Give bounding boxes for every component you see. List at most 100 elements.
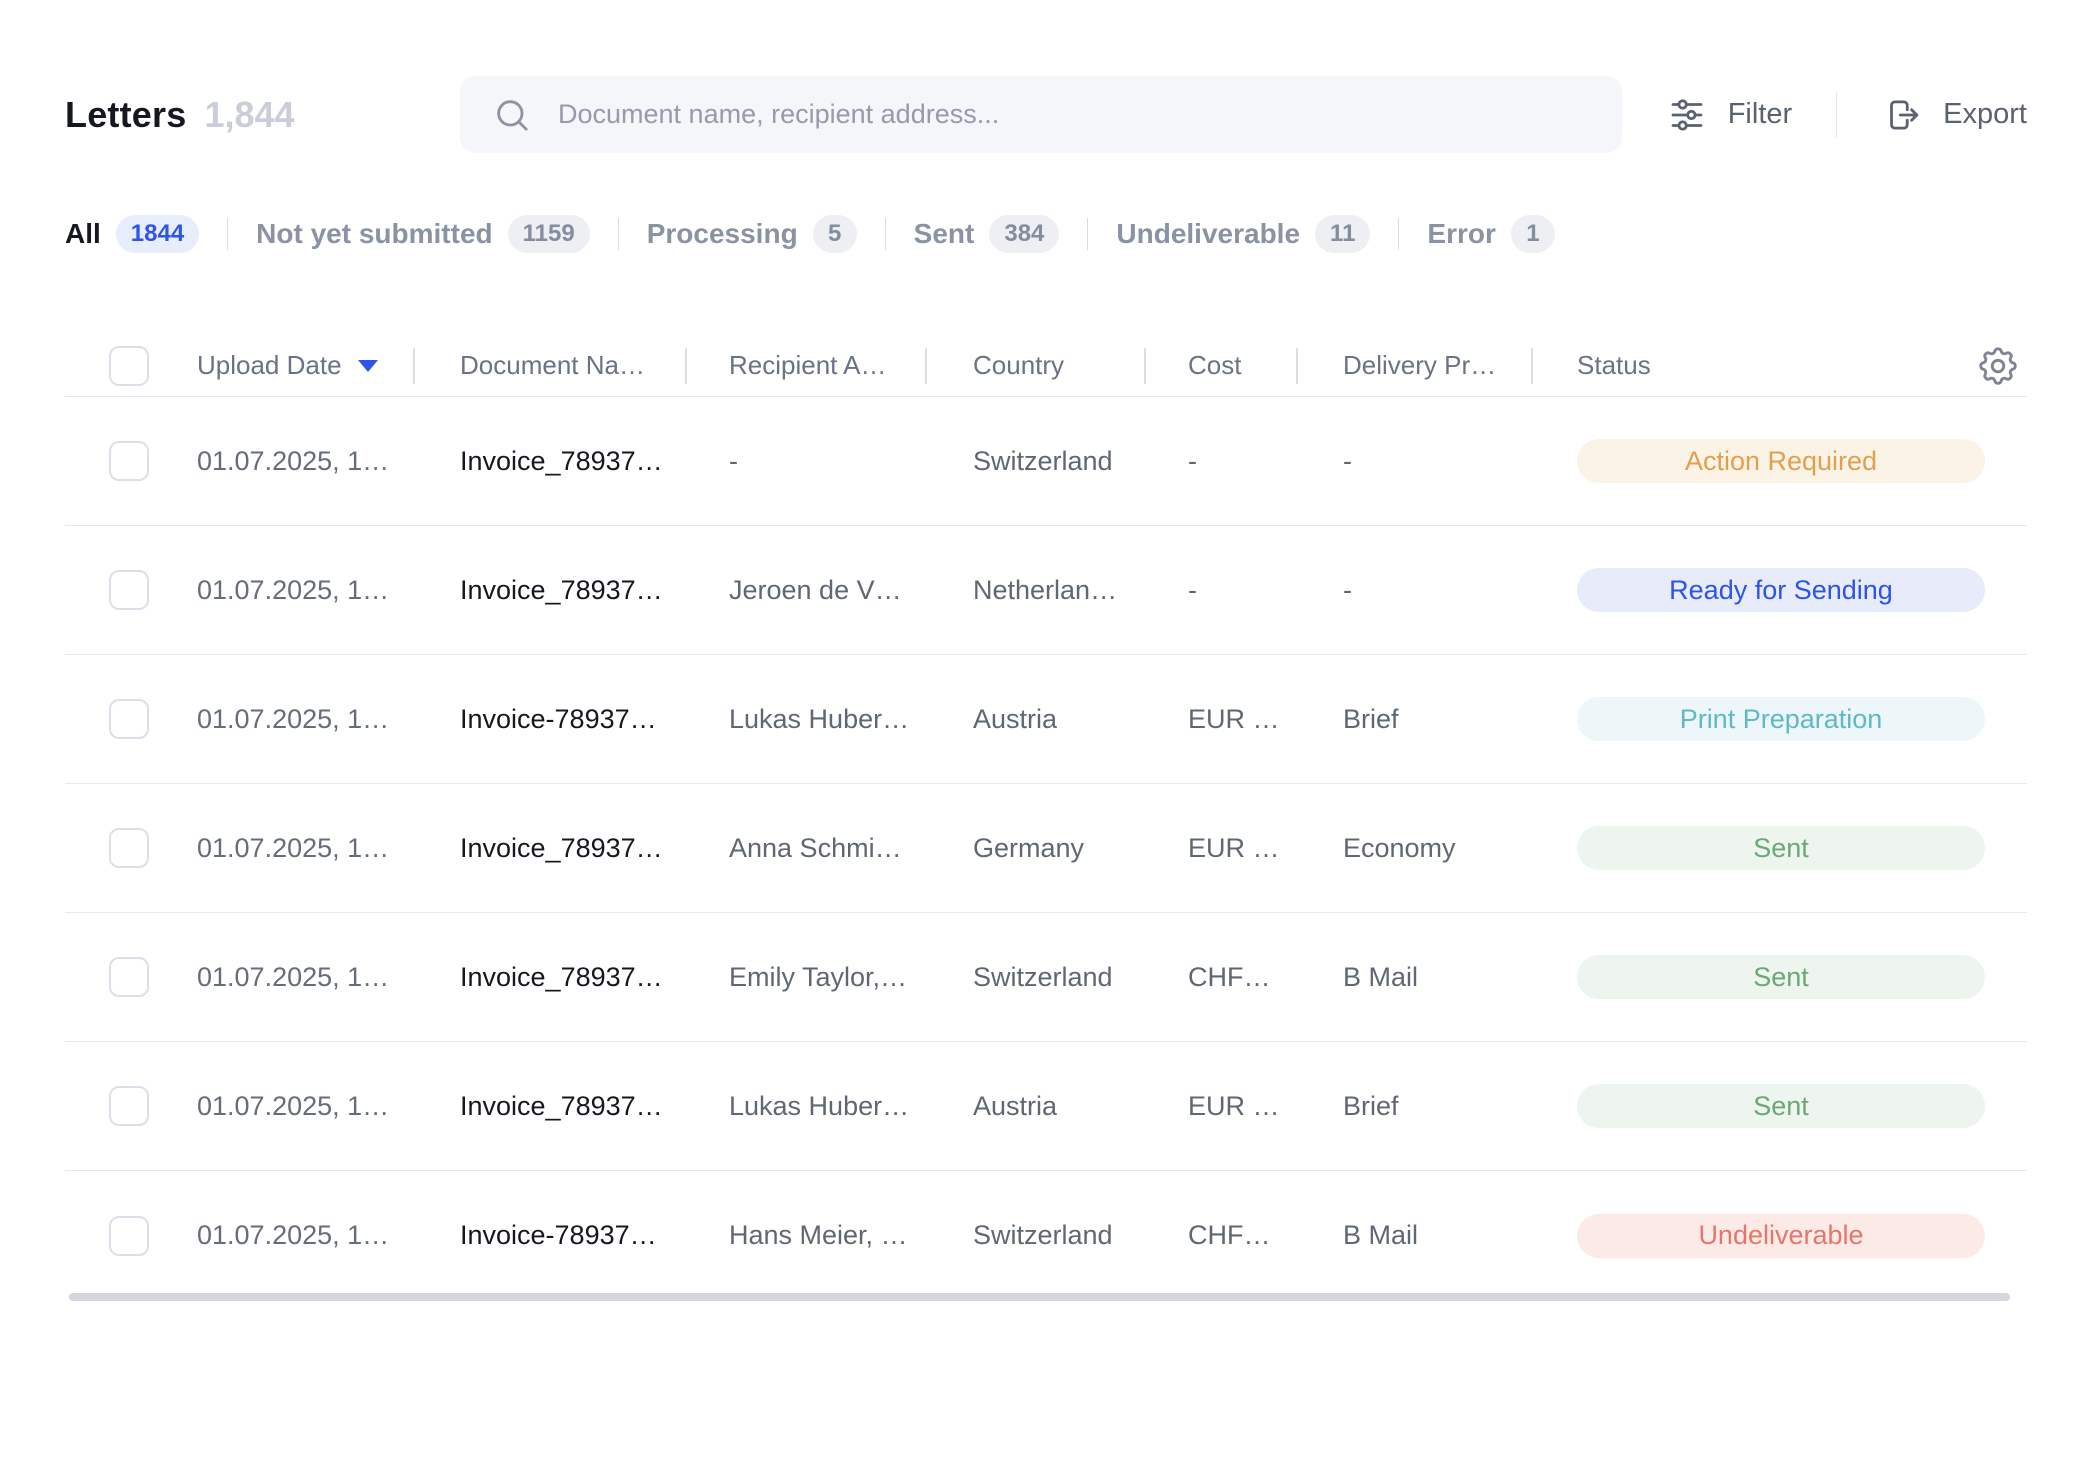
cell-recipient: Anna Schmi… [685,833,925,864]
cell-upload-date: 01.07.2025, 1… [197,1220,413,1251]
tab-error[interactable]: Error 1 [1427,215,1554,253]
cell-delivery-product: Brief [1296,1091,1531,1122]
cell-status: Sent [1531,1084,1971,1128]
cell-status: Sent [1531,955,1971,999]
cell-country: Switzerland [925,962,1144,993]
tab-label: Sent [914,218,975,250]
letters-table: Upload Date Document Na… Recipient A… Co… [65,335,2027,1301]
cell-document-name: Invoice_78937… [413,446,685,477]
cell-delivery-product: - [1296,575,1531,606]
table-body: 01.07.2025, 1… Invoice_78937… - Switzerl… [65,397,2027,1300]
column-header-upload-date[interactable]: Upload Date [197,335,413,396]
tab-sent[interactable]: Sent 384 [914,215,1060,253]
horizontal-scrollbar[interactable] [69,1293,2010,1301]
column-header-country: Country [925,335,1144,396]
tab-count-badge: 1 [1511,215,1555,253]
cell-country: Netherlan… [925,575,1144,606]
tab-undeliverable[interactable]: Undeliverable 11 [1116,215,1370,253]
table-row[interactable]: 01.07.2025, 1… Invoice-78937… Hans Meier… [65,1171,2027,1300]
toolbar-actions: Filter Export [1666,92,2027,138]
top-bar: Letters 1,844 Filter [65,76,2027,153]
page-title: Letters [65,94,186,136]
tab-divider [618,218,619,250]
cell-cost: - [1144,446,1296,477]
cell-recipient: Hans Meier, … [685,1220,925,1251]
table-row[interactable]: 01.07.2025, 1… Invoice_78937… Lukas Hube… [65,1042,2027,1171]
cell-status: Sent [1531,826,1971,870]
tab-divider [1087,218,1088,250]
cell-country: Germany [925,833,1144,864]
table-header-row: Upload Date Document Na… Recipient A… Co… [65,335,2027,397]
row-checkbox[interactable] [109,699,149,739]
export-button[interactable]: Export [1881,94,2027,136]
table-row[interactable]: 01.07.2025, 1… Invoice_78937… Emily Tayl… [65,913,2027,1042]
status-badge: Sent [1577,955,1985,999]
gear-icon [1975,343,2021,389]
header-checkbox-cell [65,335,197,396]
actions-divider [1836,92,1837,138]
row-checkbox[interactable] [109,828,149,868]
tab-not-yet-submitted[interactable]: Not yet submitted 1159 [256,215,590,253]
tabs: All 1844 Not yet submitted 1159 Processi… [65,215,2027,253]
table-row[interactable]: 01.07.2025, 1… Invoice-78937… Lukas Hube… [65,655,2027,784]
row-checkbox-cell [65,957,197,997]
search-box[interactable] [460,76,1622,153]
tab-divider [885,218,886,250]
select-all-checkbox[interactable] [109,346,149,386]
row-checkbox-cell [65,1216,197,1256]
table-row[interactable]: 01.07.2025, 1… Invoice_78937… Anna Schmi… [65,784,2027,913]
cell-country: Austria [925,1091,1144,1122]
status-badge: Action Required [1577,439,1985,483]
filter-label: Filter [1728,98,1792,131]
cell-delivery-product: - [1296,446,1531,477]
cell-cost: EUR … [1144,1091,1296,1122]
cell-recipient: Lukas Huber… [685,704,925,735]
cell-document-name: Invoice-78937… [413,1220,685,1251]
search-icon [492,95,532,135]
search-input[interactable] [558,99,1592,130]
column-settings-button[interactable] [1975,343,2021,389]
status-badge: Sent [1577,826,1985,870]
tab-count-badge: 384 [989,215,1059,253]
tab-count-badge: 11 [1315,215,1370,253]
table-row[interactable]: 01.07.2025, 1… Invoice_78937… Jeroen de … [65,526,2027,655]
row-checkbox[interactable] [109,1086,149,1126]
row-checkbox[interactable] [109,441,149,481]
tab-all[interactable]: All 1844 [65,215,199,253]
row-checkbox[interactable] [109,957,149,997]
row-checkbox[interactable] [109,1216,149,1256]
sort-descending-caret [358,360,378,372]
cell-country: Austria [925,704,1144,735]
row-checkbox-cell [65,1086,197,1126]
status-badge: Undeliverable [1577,1214,1985,1258]
page-title-count: 1,844 [204,94,294,136]
table-row[interactable]: 01.07.2025, 1… Invoice_78937… - Switzerl… [65,397,2027,526]
cell-status: Undeliverable [1531,1214,1971,1258]
cell-cost: CHF… [1144,1220,1296,1251]
tab-label: Undeliverable [1116,218,1300,250]
tab-label: Processing [647,218,798,250]
cell-upload-date: 01.07.2025, 1… [197,704,413,735]
export-label: Export [1943,98,2027,131]
column-header-delivery-product: Delivery Pr… [1296,335,1531,396]
row-checkbox-cell [65,699,197,739]
cell-cost: CHF… [1144,962,1296,993]
tab-count-badge: 1844 [116,215,199,253]
row-checkbox[interactable] [109,570,149,610]
cell-document-name: Invoice_78937… [413,1091,685,1122]
filter-button[interactable]: Filter [1666,94,1792,136]
tab-divider [1398,218,1399,250]
cell-cost: EUR … [1144,704,1296,735]
export-icon [1881,94,1923,136]
tab-processing[interactable]: Processing 5 [647,215,857,253]
cell-document-name: Invoice-78937… [413,704,685,735]
title-group: Letters 1,844 [65,94,460,136]
header-settings-cell [1971,335,2027,396]
cell-upload-date: 01.07.2025, 1… [197,575,413,606]
row-checkbox-cell [65,570,197,610]
cell-status: Action Required [1531,439,1971,483]
cell-upload-date: 01.07.2025, 1… [197,1091,413,1122]
tab-count-badge: 5 [813,215,857,253]
cell-recipient: Emily Taylor,… [685,962,925,993]
tab-label: Not yet submitted [256,218,492,250]
